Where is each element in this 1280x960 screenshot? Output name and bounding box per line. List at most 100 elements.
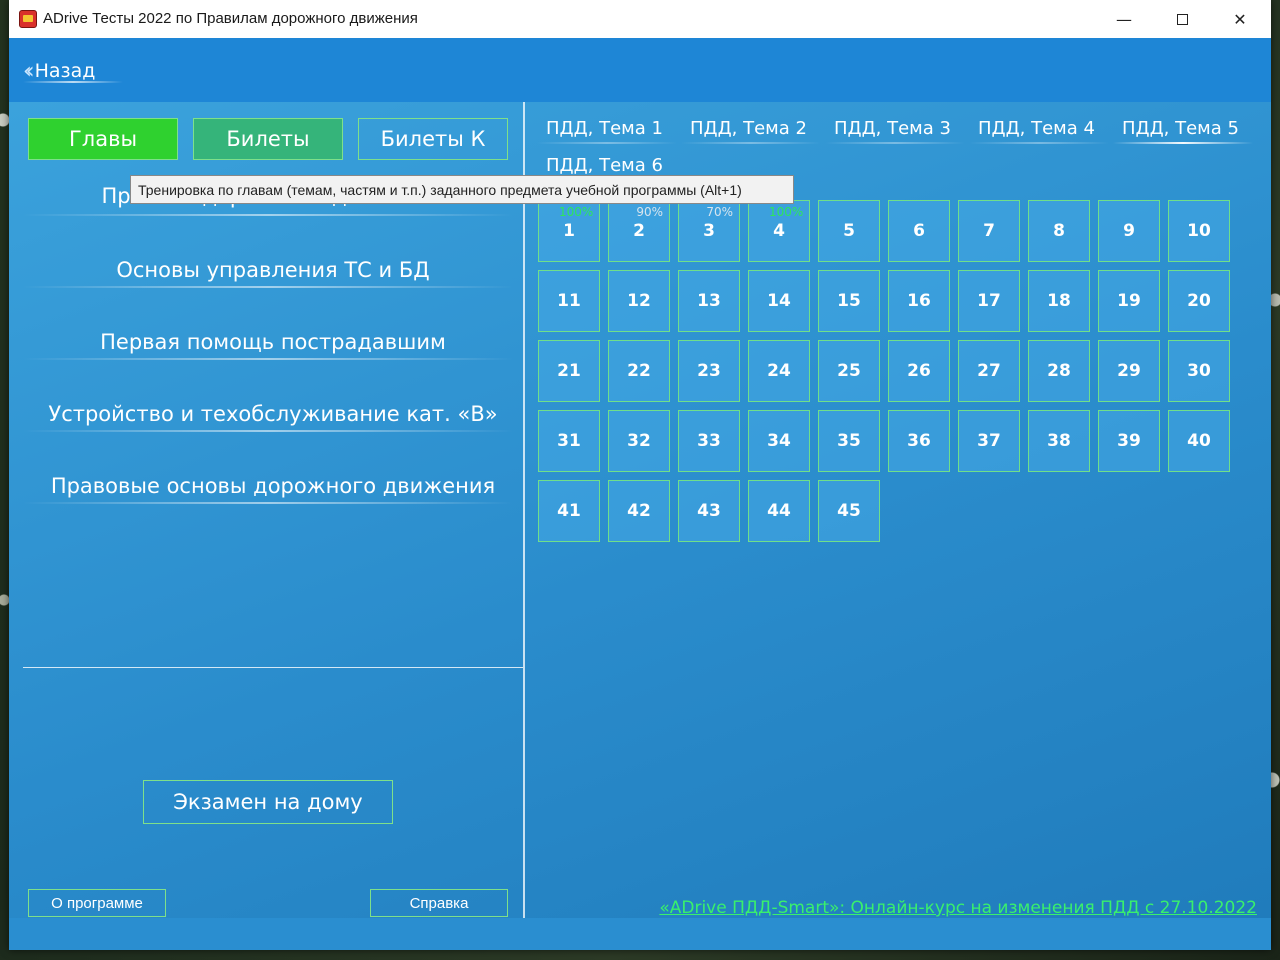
ticket-number: 25 [837,361,861,381]
home-exam-button[interactable]: Экзамен на дому [143,780,393,824]
ticket-tile[interactable]: 45 [818,480,880,542]
ticket-tile[interactable]: 30 [1168,340,1230,402]
ticket-number: 4 [773,221,785,241]
ticket-tile[interactable]: 43 [678,480,740,542]
minimize-button[interactable]: — [1095,0,1153,38]
ticket-number: 44 [767,501,791,521]
ticket-tile[interactable]: 42 [608,480,670,542]
chapter-divider [23,502,513,504]
ticket-number: 35 [837,431,861,451]
ticket-tile[interactable]: 17 [958,270,1020,332]
tab-tickets-k[interactable]: Билеты К [358,118,508,160]
ticket-tile[interactable]: 39 [1098,410,1160,472]
title-bar: ADrive Тесты 2022 по Правилам дорожного … [9,0,1271,38]
help-button[interactable]: Справка [370,889,508,917]
ticket-tile[interactable]: 40 [1168,410,1230,472]
topic-tab-6[interactable]: ПДД, Тема 6 [546,155,663,176]
ticket-tile[interactable]: 5 [818,200,880,262]
ticket-tile[interactable]: 36 [888,410,950,472]
maximize-button[interactable] [1153,0,1211,38]
ticket-number: 2 [633,221,645,241]
tab-chapters[interactable]: Главы [28,118,178,160]
chapter-divider [23,430,513,432]
topic-tab-3[interactable]: ПДД, Тема 3 [834,118,951,139]
ticket-tile[interactable]: 11 [538,270,600,332]
ticket-number: 39 [1117,431,1141,451]
ticket-number: 27 [977,361,1001,381]
window-title: ADrive Тесты 2022 по Правилам дорожного … [43,10,418,27]
chapter-legal-basics[interactable]: Правовые основы дорожного движения [23,474,523,498]
ticket-number: 24 [767,361,791,381]
topic-tab-1[interactable]: ПДД, Тема 1 [546,118,663,139]
ticket-number: 13 [697,291,721,311]
topic-tab-5[interactable]: ПДД, Тема 5 [1122,118,1239,139]
ticket-number: 10 [1187,221,1211,241]
ticket-tile[interactable]: 10 [1168,200,1230,262]
about-button[interactable]: О программе [28,889,166,917]
ticket-tile[interactable]: 18 [1028,270,1090,332]
ticket-number: 37 [977,431,1001,451]
ticket-tile[interactable]: 24 [748,340,810,402]
ticket-number: 26 [907,361,931,381]
ticket-tile[interactable]: 100% 1 [538,200,600,262]
ticket-tile[interactable]: 29 [1098,340,1160,402]
ticket-tile[interactable]: 15 [818,270,880,332]
ticket-tile[interactable]: 44 [748,480,810,542]
ticket-tile[interactable]: 22 [608,340,670,402]
ticket-tile[interactable]: 35 [818,410,880,472]
main-area: Главы Билеты Билеты К Правила дорожного … [9,102,1271,918]
ticket-tile[interactable]: 25 [818,340,880,402]
ticket-tile[interactable]: 70% 3 [678,200,740,262]
ticket-tile[interactable]: 12 [608,270,670,332]
ticket-tile[interactable]: 31 [538,410,600,472]
ticket-tile[interactable]: 27 [958,340,1020,402]
promo-link[interactable]: «ADrive ПДД-Smart»: Онлайн-курс на измен… [659,898,1257,918]
ticket-number: 18 [1047,291,1071,311]
ticket-number: 42 [627,501,651,521]
ticket-tile[interactable]: 6 [888,200,950,262]
ticket-tile[interactable]: 32 [608,410,670,472]
ticket-tile[interactable]: 8 [1028,200,1090,262]
left-panel-separator [23,667,523,668]
ticket-number: 43 [697,501,721,521]
ticket-number: 41 [557,501,581,521]
ticket-tile[interactable]: 21 [538,340,600,402]
ticket-number: 28 [1047,361,1071,381]
ticket-tile[interactable]: 33 [678,410,740,472]
ticket-tile[interactable]: 37 [958,410,1020,472]
ticket-tile[interactable]: 20 [1168,270,1230,332]
chapter-first-aid[interactable]: Первая помощь пострадавшим [23,330,523,354]
topic-underline [681,142,821,144]
tooltip: Тренировка по главам (темам, частям и т.… [130,175,794,204]
chapter-vehicle-control[interactable]: Основы управления ТС и БД [23,258,523,282]
topic-tab-2[interactable]: ПДД, Тема 2 [690,118,807,139]
ticket-tile[interactable]: 100% 4 [748,200,810,262]
ticket-tile[interactable]: 16 [888,270,950,332]
ticket-tile[interactable]: 13 [678,270,740,332]
ticket-tile[interactable]: 90% 2 [608,200,670,262]
ticket-tile[interactable]: 9 [1098,200,1160,262]
ticket-progress-label: 100% [559,205,594,219]
ticket-number: 21 [557,361,581,381]
ticket-number: 34 [767,431,791,451]
ticket-tile[interactable]: 28 [1028,340,1090,402]
ticket-number: 1 [563,221,575,241]
ticket-tile[interactable]: 19 [1098,270,1160,332]
ticket-tile[interactable]: 38 [1028,410,1090,472]
ticket-number: 17 [977,291,1001,311]
ticket-tile[interactable]: 34 [748,410,810,472]
close-button[interactable]: ✕ [1211,0,1269,38]
ticket-number: 9 [1123,221,1135,241]
ticket-number: 7 [983,221,995,241]
ticket-tile[interactable]: 23 [678,340,740,402]
app-logo-icon [19,10,37,28]
ticket-tile[interactable]: 26 [888,340,950,402]
chapter-maintenance[interactable]: Устройство и техобслуживание кат. «В» [23,402,523,426]
topic-tab-4[interactable]: ПДД, Тема 4 [978,118,1095,139]
ticket-number: 3 [703,221,715,241]
ticket-tile[interactable]: 7 [958,200,1020,262]
tab-tickets[interactable]: Билеты [193,118,343,160]
ticket-tile[interactable]: 41 [538,480,600,542]
ticket-tile[interactable]: 14 [748,270,810,332]
ticket-number: 29 [1117,361,1141,381]
